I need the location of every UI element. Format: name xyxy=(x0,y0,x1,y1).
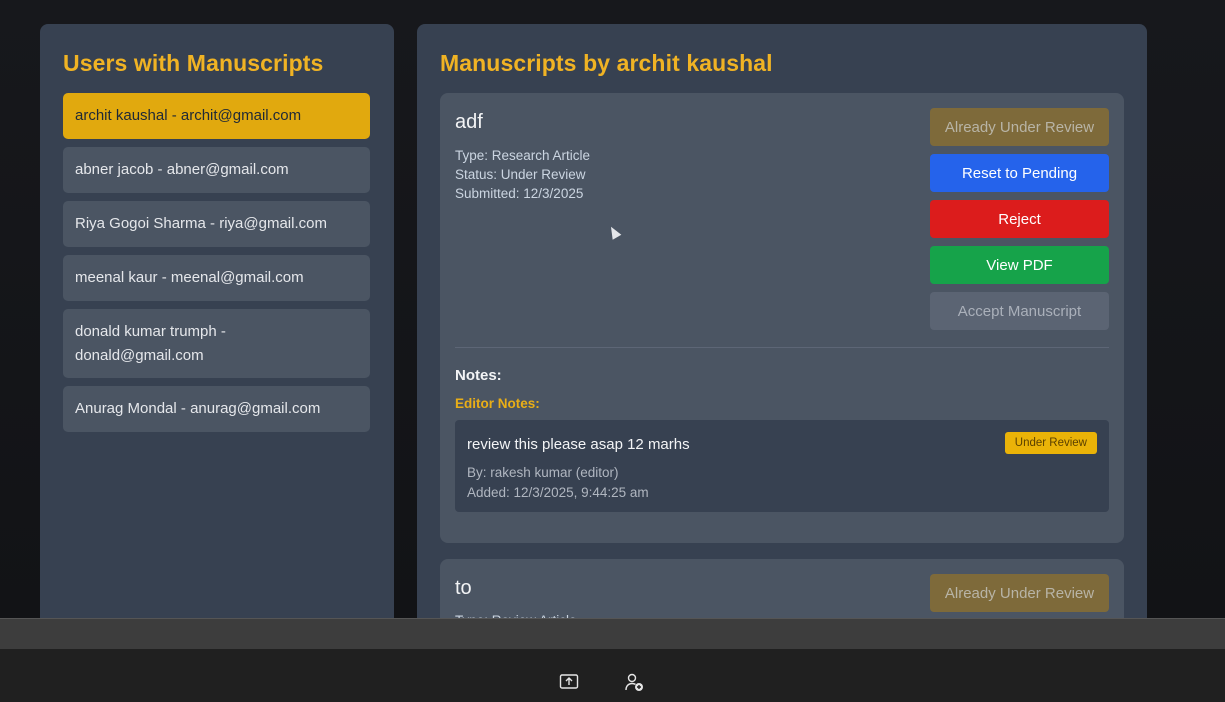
manuscript-title: to xyxy=(455,577,472,599)
note-added: Added: 12/3/2025, 9:44:25 am xyxy=(467,485,649,500)
meeting-toolbar xyxy=(0,649,1225,702)
user-item[interactable]: Anurag Mondal - anurag@gmail.com xyxy=(63,386,370,432)
users-panel-title: Users with Manuscripts xyxy=(63,50,324,76)
user-item-label: archit kaushal - archit@gmail.com xyxy=(75,107,302,124)
users-panel: Users with Manuscripts archit kaushal - … xyxy=(40,24,394,618)
note-card: review this please asap 12 marhs By: rak… xyxy=(455,420,1109,512)
user-item[interactable]: Riya Gogoi Sharma - riya@gmail.com xyxy=(63,201,370,247)
manuscript-actions: Already Under Review Reset to Pending Re… xyxy=(930,108,1109,338)
manuscript-meta: Type: Review Article xyxy=(455,611,577,618)
user-list: archit kaushal - archit@gmail.com abner … xyxy=(63,93,370,440)
note-author: By: rakesh kumar (editor) xyxy=(467,465,619,480)
already-under-review-button[interactable]: Already Under Review xyxy=(930,574,1109,612)
user-item[interactable]: abner jacob - abner@gmail.com xyxy=(63,147,370,193)
manuscript-actions: Already Under Review xyxy=(930,574,1109,618)
user-item[interactable]: donald kumar trumph - donald@gmail.com xyxy=(63,309,370,378)
manuscript-card: to Type: Review Article Already Under Re… xyxy=(440,559,1124,618)
note-meta: By: rakesh kumar (editor) Added: 12/3/20… xyxy=(467,463,649,503)
note-text: review this please asap 12 marhs xyxy=(467,436,690,453)
app-window: Users with Manuscripts archit kaushal - … xyxy=(0,0,1225,618)
status-badge: Under Review xyxy=(1004,432,1097,454)
reset-to-pending-button[interactable]: Reset to Pending xyxy=(930,154,1109,192)
manuscript-title: adf xyxy=(455,111,483,133)
user-item-label: Anurag Mondal - anurag@gmail.com xyxy=(75,400,321,417)
user-item-label: donald kumar trumph - donald@gmail.com xyxy=(75,322,226,364)
reject-button[interactable]: Reject xyxy=(930,200,1109,238)
view-pdf-button[interactable]: View PDF xyxy=(930,246,1109,284)
editor-notes-label: Editor Notes: xyxy=(455,396,540,411)
manuscript-card: adf Type: Research Article Status: Under… xyxy=(440,93,1124,543)
share-screen-icon[interactable] xyxy=(558,671,580,693)
user-item[interactable]: meenal kaur - meenal@gmail.com xyxy=(63,255,370,301)
user-item-label: Riya Gogoi Sharma - riya@gmail.com xyxy=(75,215,327,232)
add-person-icon[interactable] xyxy=(623,671,645,693)
manuscript-meta: Type: Research Article Status: Under Rev… xyxy=(455,146,590,203)
manuscripts-panel-title: Manuscripts by archit kaushal xyxy=(440,50,773,76)
divider xyxy=(455,347,1109,348)
accept-manuscript-button[interactable]: Accept Manuscript xyxy=(930,292,1109,330)
manuscript-type: Type: Research Article xyxy=(455,148,591,163)
user-item[interactable]: archit kaushal - archit@gmail.com xyxy=(63,93,370,139)
manuscript-submitted: Submitted: 12/3/2025 xyxy=(455,186,584,201)
manuscript-status: Status: Under Review xyxy=(455,167,586,182)
user-item-label: abner jacob - abner@gmail.com xyxy=(75,161,289,178)
manuscript-type: Type: Review Article xyxy=(455,611,577,618)
bottom-bar xyxy=(0,618,1225,649)
manuscripts-panel: Manuscripts by archit kaushal adf Type: … xyxy=(417,24,1147,618)
already-under-review-button[interactable]: Already Under Review xyxy=(930,108,1109,146)
user-item-label: meenal kaur - meenal@gmail.com xyxy=(75,269,304,286)
notes-heading: Notes: xyxy=(455,367,502,384)
